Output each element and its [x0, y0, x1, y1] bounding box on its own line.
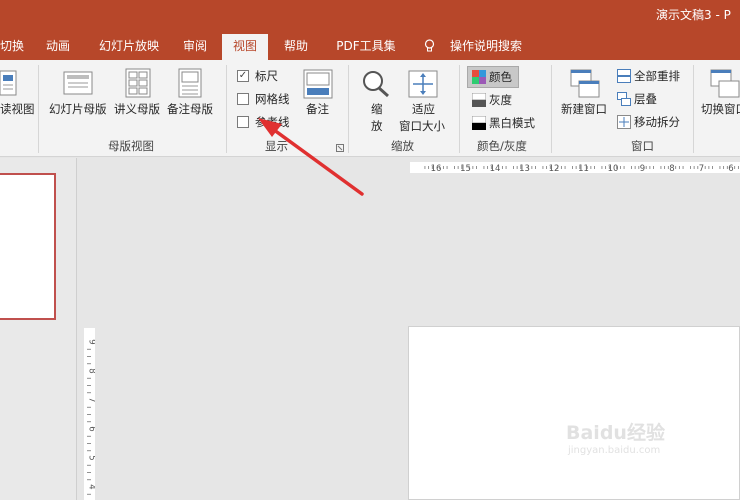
ruler-label: 标尺: [255, 69, 278, 83]
tell-me-search[interactable]: 操作说明搜索: [446, 34, 526, 60]
handout-master-button[interactable]: 讲义母版: [114, 101, 160, 117]
slide-master-button[interactable]: 幻灯片母版: [49, 101, 107, 117]
watermark-url: jingyan.baidu.com: [568, 445, 661, 456]
ruler-tick-label: 6: [728, 164, 733, 173]
ruler-tick-label: 7: [699, 164, 704, 173]
group-separator: [459, 65, 460, 153]
group-label-color: 颜色/灰度: [477, 139, 527, 153]
cascade-icon: [617, 92, 631, 106]
group-separator: [348, 65, 349, 153]
fit-window-line2[interactable]: 窗口大小: [399, 118, 445, 134]
ribbon: 读视图 幻灯片母版 讲义母版 备注母版 母版视图 ✓ 标尺 网格线 参考线 备注: [0, 60, 740, 157]
vertical-ruler: 9 8 7 6 5 4: [84, 328, 95, 500]
group-separator: [693, 65, 694, 153]
handout-master-icon: [125, 68, 151, 98]
black-white-icon: [472, 116, 486, 130]
zoom-button-line1[interactable]: 缩: [371, 101, 383, 117]
group-label-show: 显示: [265, 139, 288, 153]
zoom-icon: [363, 71, 389, 98]
group-label-zoom: 缩放: [391, 139, 414, 153]
lightbulb-icon: [424, 39, 435, 52]
guides-checkbox[interactable]: [237, 116, 249, 128]
cascade-button[interactable]: 层叠: [634, 91, 657, 107]
dialog-launcher-icon[interactable]: [336, 144, 344, 152]
arrange-all-button[interactable]: 全部重排: [634, 68, 680, 84]
ruler-tick-label: 8: [87, 368, 96, 373]
ribbon-tabs: 切换 动画 幻灯片放映 审阅 视图 帮助 PDF工具集 操作说明搜索: [0, 34, 740, 60]
arrange-all-icon: [617, 69, 631, 83]
grayscale-icon: [472, 93, 486, 107]
reading-view-button[interactable]: 读视图: [0, 101, 35, 117]
color-label: 颜色: [489, 70, 512, 84]
gridlines-label: 网格线: [255, 92, 290, 106]
slide-thumbnail[interactable]: [0, 173, 56, 320]
group-separator: [551, 65, 552, 153]
fit-to-window-icon: [408, 70, 438, 98]
tab-pdf-tools[interactable]: PDF工具集: [333, 34, 399, 60]
notes-master-button[interactable]: 备注母版: [167, 101, 213, 117]
reading-view-icon: [0, 70, 17, 96]
notes-master-icon: [178, 68, 202, 98]
horizontal-ruler: 16 15 14 13 12 11 10 9 8 7 6: [410, 162, 740, 173]
move-split-icon: [617, 115, 631, 129]
ruler-tick-label: 8: [669, 164, 674, 173]
baidu-watermark: Baidu经验 jingyan.baidu.com: [566, 418, 706, 468]
gridlines-checkbox[interactable]: [237, 93, 249, 105]
group-separator: [38, 65, 39, 153]
group-label-master-views: 母版视图: [108, 139, 154, 153]
guides-label: 参考线: [255, 115, 290, 129]
tab-slideshow[interactable]: 幻灯片放映: [92, 34, 166, 60]
ruler-tick-label: 6: [87, 426, 96, 431]
switch-windows-icon: [710, 69, 740, 98]
new-window-icon: [570, 69, 600, 98]
new-window-button[interactable]: 新建窗口: [561, 101, 607, 117]
tab-animations[interactable]: 动画: [40, 34, 76, 60]
ruler-tick-label: 5: [87, 455, 96, 460]
title-bar: 演示文稿3 - P: [0, 0, 740, 34]
window-title: 演示文稿3 - P: [656, 8, 731, 22]
watermark-logo: Baidu经验: [566, 422, 665, 444]
group-separator: [226, 65, 227, 153]
notes-button[interactable]: 备注: [306, 101, 329, 117]
tab-help[interactable]: 帮助: [279, 34, 313, 60]
switch-windows-button[interactable]: 切换窗口: [701, 101, 740, 117]
grayscale-button[interactable]: 灰度: [489, 92, 512, 108]
ruler-tick-label: 7: [87, 397, 96, 402]
ruler-tick-label: 9: [640, 164, 645, 173]
slide-master-icon: [63, 71, 93, 95]
tab-review[interactable]: 审阅: [178, 34, 212, 60]
move-split-button[interactable]: 移动拆分: [634, 114, 680, 130]
tab-view[interactable]: 视图: [222, 34, 268, 60]
group-label-window: 窗口: [631, 139, 654, 153]
notes-icon: [303, 69, 333, 99]
tab-transitions[interactable]: 切换: [0, 34, 24, 60]
slide-canvas[interactable]: [408, 326, 740, 500]
ruler-tick-label: 4: [87, 484, 96, 489]
color-swatch-icon: [472, 70, 486, 84]
black-white-button[interactable]: 黑白模式: [489, 115, 535, 131]
fit-window-line1[interactable]: 适应: [412, 101, 435, 117]
zoom-button-line2[interactable]: 放: [371, 118, 383, 134]
ruler-checkbox[interactable]: ✓: [237, 70, 249, 82]
ruler-tick-label: 9: [87, 339, 96, 344]
